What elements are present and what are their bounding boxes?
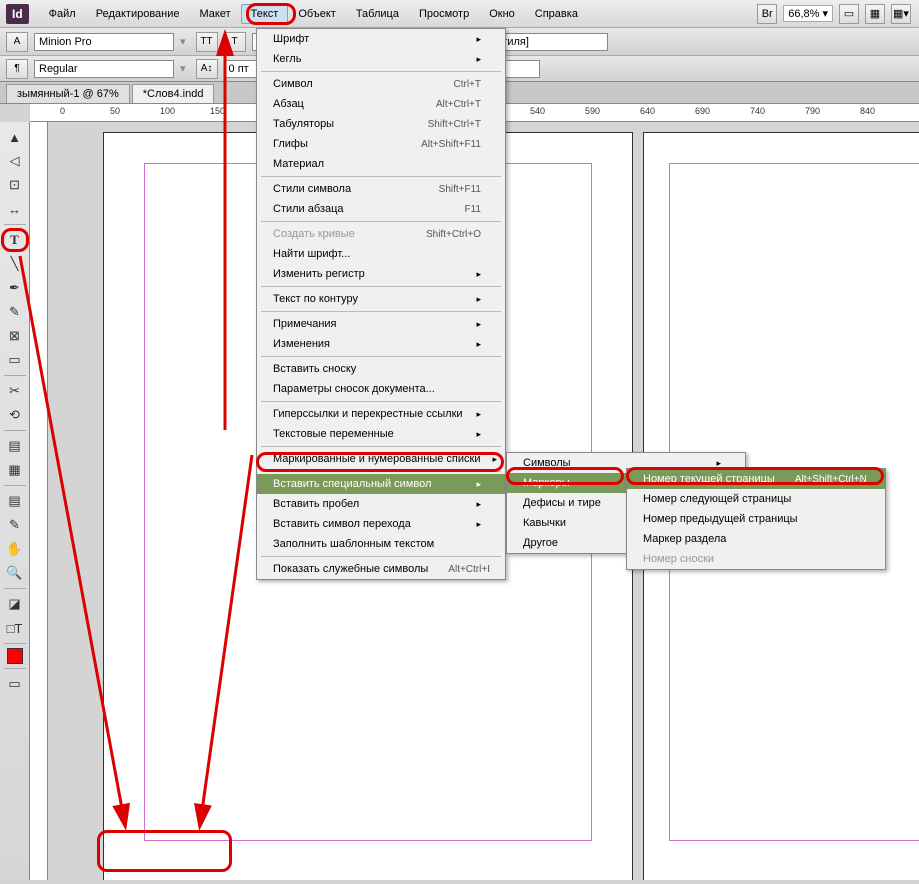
apply-color-icon[interactable]: □T: [4, 617, 26, 639]
color-swatch[interactable]: [7, 648, 23, 664]
markers-item-2[interactable]: Номер предыдущей страницы: [627, 509, 885, 529]
swatch-tool[interactable]: ▦: [4, 459, 26, 481]
menu-help[interactable]: Справка: [525, 4, 588, 24]
text-menu-item-12: Создать кривыеShift+Ctrl+O: [257, 224, 505, 244]
gap-tool[interactable]: ↔: [4, 198, 26, 220]
text-menu-item-31[interactable]: Вставить символ перехода: [257, 514, 505, 534]
text-menu-item-0[interactable]: Шрифт: [257, 29, 505, 49]
text-menu-item-24[interactable]: Гиперссылки и перекрестные ссылки: [257, 404, 505, 424]
tt-icon[interactable]: TT: [196, 32, 218, 52]
menu-view[interactable]: Просмотр: [409, 4, 479, 24]
menu-table[interactable]: Таблица: [346, 4, 409, 24]
workspace-icon[interactable]: ▦▾: [891, 4, 911, 24]
text-menu-item-30[interactable]: Вставить пробел: [257, 494, 505, 514]
markers-item-1[interactable]: Номер следующей страницы: [627, 489, 885, 509]
transform-tool[interactable]: ⟲: [4, 404, 26, 426]
direct-select-tool[interactable]: ◁: [4, 150, 26, 172]
text-menu-item-13[interactable]: Найти шрифт...: [257, 244, 505, 264]
text-menu-item-29[interactable]: Вставить специальный символ: [257, 474, 505, 494]
vertical-ruler[interactable]: [30, 122, 48, 880]
tab-doc1[interactable]: зымянный-1 @ 67%: [6, 84, 130, 103]
text-menu-item-6[interactable]: ГлифыAlt+Shift+F11: [257, 134, 505, 154]
hand-tool[interactable]: ✋: [4, 538, 26, 560]
text-menu-item-21[interactable]: Вставить сноску: [257, 359, 505, 379]
menu-object[interactable]: Объект: [288, 4, 345, 24]
text-menu-item-1[interactable]: Кегль: [257, 49, 505, 69]
text-menu-item-14[interactable]: Изменить регистр: [257, 264, 505, 284]
text-menu-item-34[interactable]: Показать служебные символыAlt+Ctrl+I: [257, 559, 505, 579]
menu-window[interactable]: Окно: [479, 4, 525, 24]
scale-h-icon[interactable]: T: [224, 32, 246, 52]
scissors-tool[interactable]: ✂: [4, 380, 26, 402]
char-mode-icon[interactable]: A: [6, 32, 28, 52]
fill-stroke-icon[interactable]: ◪: [4, 593, 26, 615]
font-style-field[interactable]: Regular: [34, 60, 174, 78]
zoom-field[interactable]: 66,8% ▾: [783, 5, 833, 22]
markers-item-0[interactable]: Номер текущей страницыAlt+Shift+Ctrl+N: [627, 469, 885, 489]
type-tool[interactable]: T: [4, 229, 26, 251]
text-menu-item-25[interactable]: Текстовые переменные: [257, 424, 505, 444]
text-menu-item-7[interactable]: Материал: [257, 154, 505, 174]
eyedropper-tool[interactable]: ✎: [4, 514, 26, 536]
font-family-field[interactable]: Minion Pro: [34, 33, 174, 51]
menu-text[interactable]: Текст: [241, 4, 289, 24]
bridge-icon[interactable]: Br: [757, 4, 777, 24]
text-menu-item-10[interactable]: Стили абзацаF11: [257, 199, 505, 219]
rect-frame-tool[interactable]: ⊠: [4, 325, 26, 347]
text-menu-item-22[interactable]: Параметры сносок документа...: [257, 379, 505, 399]
rect-tool[interactable]: ▭: [4, 349, 26, 371]
text-menu-item-16[interactable]: Текст по контуру: [257, 289, 505, 309]
gradient-tool[interactable]: ▤: [4, 435, 26, 457]
leading-icon[interactable]: A↕: [196, 59, 218, 79]
markers-item-3[interactable]: Маркер раздела: [627, 529, 885, 549]
text-menu-item-19[interactable]: Изменения: [257, 334, 505, 354]
menubar: Id Файл Редактирование Макет Текст Объек…: [0, 0, 919, 28]
text-menu-item-3[interactable]: СимволCtrl+T: [257, 74, 505, 94]
page-tool[interactable]: ⊡: [4, 174, 26, 196]
app-logo: Id: [6, 4, 29, 24]
text-menu-item-32[interactable]: Заполнить шаблонным текстом: [257, 534, 505, 554]
screen-mode-icon[interactable]: ▭: [839, 4, 859, 24]
text-menu-item-5[interactable]: ТабуляторыShift+Ctrl+T: [257, 114, 505, 134]
arrange-icon[interactable]: ▦: [865, 4, 885, 24]
para-mode-icon[interactable]: ¶: [6, 59, 28, 79]
pencil-tool[interactable]: ✎: [4, 301, 26, 323]
pen-tool[interactable]: ✒: [4, 277, 26, 299]
tab-doc2[interactable]: *Слов4.indd: [132, 84, 215, 103]
toolbox: ▲ ◁ ⊡ ↔ T ╲ ✒ ✎ ⊠ ▭ ✂ ⟲ ▤ ▦ ▤ ✎ ✋ 🔍 ◪ □T…: [0, 122, 30, 880]
note-tool[interactable]: ▤: [4, 490, 26, 512]
text-menu-item-27[interactable]: Маркированные и нумерованные списки: [257, 449, 505, 469]
text-menu-item-18[interactable]: Примечания: [257, 314, 505, 334]
line-tool[interactable]: ╲: [4, 253, 26, 275]
menu-edit[interactable]: Редактирование: [86, 4, 190, 24]
view-mode-icon[interactable]: ▭: [4, 673, 26, 695]
markers-item-4: Номер сноски: [627, 549, 885, 569]
text-menu-item-9[interactable]: Стили символаShift+F11: [257, 179, 505, 199]
markers-submenu: Номер текущей страницыAlt+Shift+Ctrl+NНо…: [626, 468, 886, 570]
zoom-tool[interactable]: 🔍: [4, 562, 26, 584]
menu-layout[interactable]: Макет: [190, 4, 241, 24]
menu-file[interactable]: Файл: [39, 4, 86, 24]
text-menu-item-4[interactable]: АбзацAlt+Ctrl+T: [257, 94, 505, 114]
text-menu-dropdown: ШрифтКегль СимволCtrl+TАбзацAlt+Ctrl+TТаб…: [256, 28, 506, 580]
selection-tool[interactable]: ▲: [4, 126, 26, 148]
